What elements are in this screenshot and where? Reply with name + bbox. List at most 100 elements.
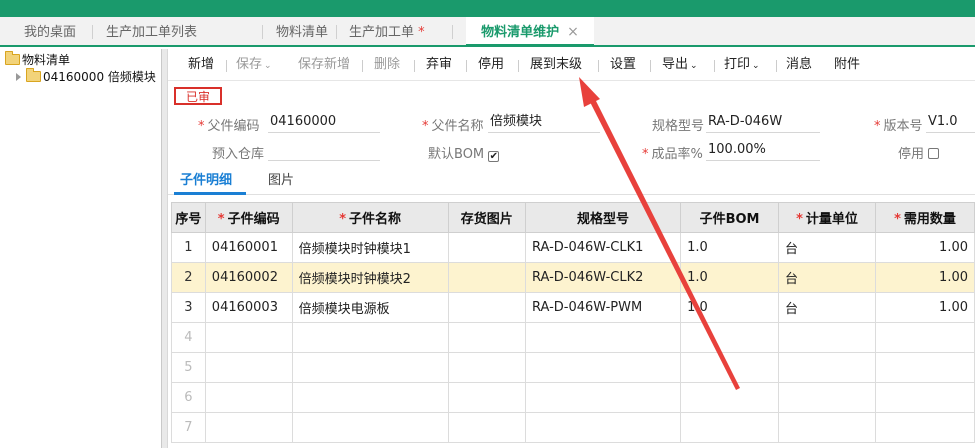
table-row-empty[interactable]: 7 [171,412,975,443]
cell-empty[interactable] [204,322,293,353]
cell-child-code[interactable]: 04160001 [204,232,293,263]
cell-empty[interactable] [680,412,779,443]
cell-empty[interactable] [524,322,682,353]
tab-child-details[interactable]: 子件明细 [180,169,232,188]
table-row[interactable]: 1 04160001 倍频模块时钟模块1 RA-D-046W-CLK1 1.0 … [171,232,975,263]
cell-item-image[interactable] [447,292,526,323]
cell-empty[interactable] [204,412,293,443]
cell-empty[interactable] [874,322,975,353]
column-header-seq[interactable]: 序号 [171,202,206,233]
tab-picture[interactable]: 图片 [268,169,294,188]
parent-code-field[interactable]: 04160000 [268,112,380,133]
abandon-approval-button[interactable]: 弃审 [426,49,452,81]
cell-quantity[interactable]: 1.00 [874,262,975,293]
cell-spec[interactable]: RA-D-046W-CLK2 [524,262,682,293]
default-bom-checkbox[interactable]: ✔ [488,151,500,162]
cell-empty[interactable] [874,382,975,413]
cell-empty[interactable] [524,412,682,443]
tab-my-desktop[interactable]: 我的桌面 [24,17,76,47]
cell-empty[interactable] [447,382,526,413]
parent-name-field[interactable]: 倍频模块 [488,112,600,133]
version-field[interactable]: V1.0 [926,112,975,133]
disabled-checkbox[interactable] [928,148,940,159]
cell-child-code[interactable]: 04160002 [204,262,293,293]
print-button[interactable]: 打印 ⌄ [724,49,760,81]
export-button[interactable]: 导出 ⌄ [662,49,698,81]
new-button[interactable]: 新增 [188,49,214,81]
disable-button[interactable]: 停用 [478,49,504,81]
cell-empty[interactable] [291,352,449,383]
cell-empty[interactable] [204,382,293,413]
cell-empty[interactable] [291,322,449,353]
yield-field[interactable]: 100.00% [706,140,820,161]
required-mark: * [796,212,803,227]
table-row[interactable]: 3 04160003 倍频模块电源板 RA-D-046W-PWM 1.0 台 1… [171,292,975,323]
settings-button[interactable]: 设置 [610,49,636,81]
cell-item-image[interactable] [447,262,526,293]
cell-child-name[interactable]: 倍频模块电源板 [291,292,449,323]
tree-root-item[interactable]: 物料清单 [5,51,70,68]
column-header-item-image[interactable]: 存货图片 [447,202,526,233]
cell-seq: 5 [171,352,206,383]
cell-unit[interactable]: 台 [777,262,876,293]
cell-empty[interactable] [447,352,526,383]
cell-child-bom[interactable]: 1.0 [680,292,779,323]
cell-item-image[interactable] [447,232,526,263]
save-button[interactable]: 保存 ⌄ [236,49,272,81]
tab-label: 物料清单维护 [481,25,560,40]
tab-bom-list[interactable]: 物料清单 [276,17,328,47]
cell-empty[interactable] [777,322,876,353]
parent-code-label: * 父件编码 [198,115,260,134]
warehouse-field[interactable] [268,140,380,161]
cell-child-name[interactable]: 倍频模块时钟模块1 [291,232,449,263]
spec-field[interactable]: RA-D-046W [706,112,820,133]
table-row-empty[interactable]: 4 [171,322,975,353]
cell-quantity[interactable]: 1.00 [874,292,975,323]
expand-to-last-level-button[interactable]: 展到末级 [530,49,582,81]
tab-production-order-list[interactable]: 生产加工单列表 [106,17,197,47]
column-header-child-code[interactable]: * 子件编码 [204,202,293,233]
table-row-empty[interactable]: 5 [171,352,975,383]
tree-child-item[interactable]: 04160000 倍频模块 [16,68,156,85]
cell-empty[interactable] [777,382,876,413]
column-header-child-name[interactable]: * 子件名称 [291,202,449,233]
cell-empty[interactable] [680,382,779,413]
cell-child-name[interactable]: 倍频模块时钟模块2 [291,262,449,293]
column-header-child-bom[interactable]: 子件BOM [680,202,779,233]
column-header-spec[interactable]: 规格型号 [524,202,682,233]
cell-child-bom[interactable]: 1.0 [680,232,779,263]
attachment-button[interactable]: 附件 [834,49,860,81]
cell-empty[interactable] [524,382,682,413]
cell-spec[interactable]: RA-D-046W-CLK1 [524,232,682,263]
tab-bom-maintenance[interactable]: 物料清单维护 × [466,17,594,47]
tree-child-label: 04160000 倍频模块 [43,70,156,84]
table-row-empty[interactable]: 6 [171,382,975,413]
cell-spec[interactable]: RA-D-046W-PWM [524,292,682,323]
tab-production-order[interactable]: 生产加工单 * [349,17,425,47]
delete-button[interactable]: 删除 [374,49,400,81]
close-icon[interactable]: × [567,24,579,40]
cell-unit[interactable]: 台 [777,292,876,323]
cell-empty[interactable] [447,322,526,353]
cell-empty[interactable] [777,352,876,383]
message-button[interactable]: 消息 [786,49,812,81]
cell-empty[interactable] [680,322,779,353]
cell-child-bom[interactable]: 1.0 [680,262,779,293]
cell-empty[interactable] [447,412,526,443]
cell-empty[interactable] [291,382,449,413]
cell-empty[interactable] [204,352,293,383]
expand-caret-icon[interactable] [16,73,21,81]
save-new-button[interactable]: 保存新增 [298,49,350,81]
column-header-unit[interactable]: * 计量单位 [777,202,876,233]
cell-empty[interactable] [680,352,779,383]
cell-empty[interactable] [777,412,876,443]
cell-empty[interactable] [291,412,449,443]
cell-child-code[interactable]: 04160003 [204,292,293,323]
column-header-quantity[interactable]: * 需用数量 [874,202,975,233]
cell-quantity[interactable]: 1.00 [874,232,975,263]
cell-empty[interactable] [874,352,975,383]
cell-unit[interactable]: 台 [777,232,876,263]
cell-empty[interactable] [874,412,975,443]
cell-empty[interactable] [524,352,682,383]
table-row-selected[interactable]: 2 04160002 倍频模块时钟模块2 RA-D-046W-CLK2 1.0 … [171,262,975,293]
